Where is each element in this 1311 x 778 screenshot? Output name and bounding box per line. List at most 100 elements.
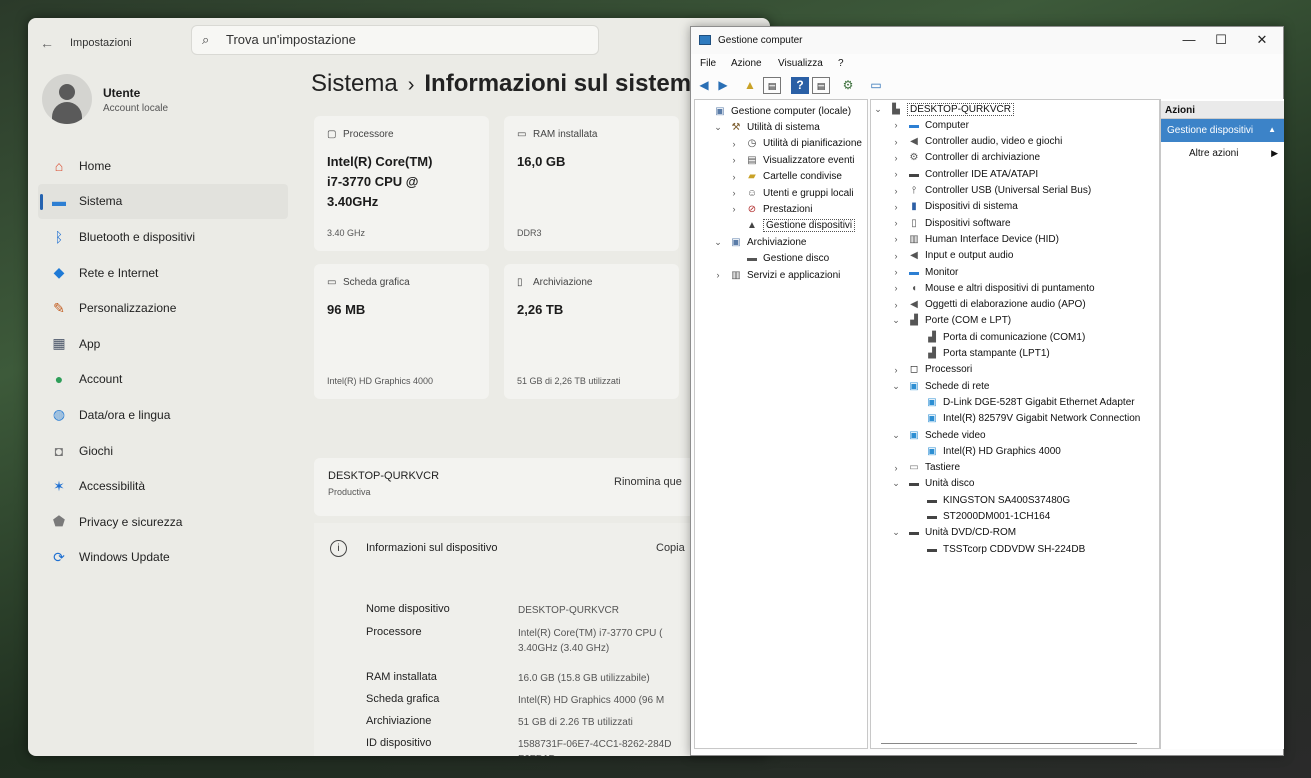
tree-node-visualizzatore-eventi[interactable]: › ▤ Visualizzatore eventi xyxy=(729,152,855,168)
chevron-right-icon[interactable]: › xyxy=(891,365,901,375)
tree-node-prestazioni[interactable]: › ⊘ Prestazioni xyxy=(729,201,813,217)
device-node-human-interface-device-hid[interactable]: › ▥ Human Interface Device (HID) xyxy=(891,231,1059,247)
device-node-controller-ide-ata-atapi[interactable]: › ▬ Controller IDE ATA/ATAPI xyxy=(891,166,1039,182)
chevron-right-icon[interactable]: › xyxy=(891,137,901,147)
chevron-down-icon[interactable]: ⌄ xyxy=(891,527,901,538)
minimize-button[interactable]: — xyxy=(1176,31,1202,49)
chevron-right-icon[interactable]: › xyxy=(891,234,901,244)
tree-node-servizi-e-applicazioni[interactable]: › ▥ Servizi e applicazioni xyxy=(713,267,841,283)
device-node-intel-r-82579v-gigabit-network-connection[interactable]: ▣ Intel(R) 82579V Gigabit Network Connect… xyxy=(909,411,1140,427)
device-node-porte-com-e-lpt[interactable]: ⌄ ▟ Porte (COM e LPT) xyxy=(891,313,1011,329)
menu-help[interactable]: ? xyxy=(838,58,844,69)
close-button[interactable]: ✕ xyxy=(1249,31,1275,49)
device-node-input-e-output-audio[interactable]: › ◀ Input e output audio xyxy=(891,248,1014,264)
chevron-down-icon[interactable]: ⌄ xyxy=(873,104,883,115)
device-node-unit-dvd-cd-rom[interactable]: ⌄ ▬ Unità DVD/CD-ROM xyxy=(891,525,1016,541)
device-node-oggetti-di-elaborazione-audio-apo[interactable]: › ◀ Oggetti di elaborazione audio (APO) xyxy=(891,297,1086,313)
tree-node-utilit-di-pianificazione[interactable]: › ◷ Utilità di pianificazione xyxy=(729,136,862,152)
forward-icon[interactable]: ▶ xyxy=(714,77,732,94)
device-node-d-link-dge-528t-gigabit-ethernet-adapter[interactable]: ▣ D-Link DGE-528T Gigabit Ethernet Adapte… xyxy=(909,394,1134,410)
chevron-down-icon[interactable]: ⌄ xyxy=(891,381,901,392)
tree-node-gestione-disco[interactable]: ▬ Gestione disco xyxy=(729,251,829,267)
sidebar-item-bluetooth-e-dispositivi[interactable]: ᛒ Bluetooth e dispositivi xyxy=(38,219,288,255)
tree-node-archiviazione[interactable]: ⌄ ▣ Archiviazione xyxy=(713,234,806,250)
collapse-up-icon[interactable]: ▲ xyxy=(1268,125,1276,134)
device-node-controller-audio-video-e-giochi[interactable]: › ◀ Controller audio, video e giochi xyxy=(891,134,1063,150)
tree-node-utenti-e-gruppi-locali[interactable]: › ☺ Utenti e gruppi locali xyxy=(729,185,854,201)
menu-azione[interactable]: Azione xyxy=(731,58,762,69)
chevron-right-icon[interactable]: › xyxy=(729,204,739,214)
tree-node-gestione-dispositivi[interactable]: ▲ Gestione dispositivi xyxy=(729,218,856,234)
show-hide-tree-icon[interactable]: ▤ xyxy=(763,77,781,94)
sidebar-item-windows-update[interactable]: ⟳ Windows Update xyxy=(38,540,288,576)
device-node-controller-usb-universal-serial-bus[interactable]: › ⫯ Controller USB (Universal Serial Bus) xyxy=(891,183,1092,199)
device-node-intel-r-hd-graphics-4000[interactable]: ▣ Intel(R) HD Graphics 4000 xyxy=(909,443,1061,459)
breadcrumb-parent[interactable]: Sistema xyxy=(311,70,398,97)
sidebar-item-rete-e-internet[interactable]: ◆ Rete e Internet xyxy=(38,255,288,291)
device-node-dispositivi-di-sistema[interactable]: › ▮ Dispositivi di sistema xyxy=(891,199,1018,215)
settings-search-box[interactable]: ⌕ xyxy=(191,25,599,55)
sidebar-item-app[interactable]: ▦ App xyxy=(38,326,288,362)
sidebar-item-data-ora-e-lingua[interactable]: ◍ Data/ora e lingua xyxy=(38,397,288,433)
chevron-right-icon[interactable]: › xyxy=(729,172,739,182)
device-node-computer[interactable]: › ▬ Computer xyxy=(891,117,969,133)
device-node-st2000dm001-1ch164[interactable]: ▬ ST2000DM001-1CH164 xyxy=(909,509,1050,525)
sidebar-item-giochi[interactable]: ◘ Giochi xyxy=(38,433,288,469)
menu-file[interactable]: File xyxy=(700,58,716,69)
chevron-right-icon[interactable]: › xyxy=(891,463,901,473)
device-node-schede-video[interactable]: ⌄ ▣ Schede video xyxy=(891,427,985,443)
sidebar-item-accessibilit-[interactable]: ✶ Accessibilità xyxy=(38,468,288,504)
chevron-right-icon[interactable]: › xyxy=(891,169,901,179)
chevron-right-icon[interactable]: › xyxy=(891,283,901,293)
copy-button[interactable]: Copia xyxy=(656,542,685,554)
device-node-processori[interactable]: › ◻ Processori xyxy=(891,362,973,378)
chevron-right-icon[interactable]: › xyxy=(729,188,739,198)
back-icon[interactable]: ◀ xyxy=(695,77,713,94)
chevron-right-icon[interactable]: › xyxy=(891,186,901,196)
device-node-kingston-sa400s37480g[interactable]: ▬ KINGSTON SA400S37480G xyxy=(909,492,1070,508)
search-input[interactable] xyxy=(226,32,586,47)
device-node-desktop-qurkvcr[interactable]: ⌄ ▙ DESKTOP-QURKVCR xyxy=(873,101,1014,117)
chevron-right-icon[interactable]: › xyxy=(891,267,901,277)
chevron-right-icon[interactable]: ▶ xyxy=(1271,148,1278,159)
chevron-down-icon[interactable]: ⌄ xyxy=(891,430,901,441)
sidebar-item-privacy-e-sicurezza[interactable]: ⬟ Privacy e sicurezza xyxy=(38,504,288,540)
chevron-down-icon[interactable]: ⌄ xyxy=(713,122,723,133)
maximize-button[interactable]: ☐ xyxy=(1208,31,1234,49)
up-folder-icon[interactable]: ▲ xyxy=(741,77,759,94)
chevron-down-icon[interactable]: ⌄ xyxy=(713,237,723,248)
sidebar-item-personalizzazione[interactable]: ✎ Personalizzazione xyxy=(38,290,288,326)
tree-node-cartelle-condivise[interactable]: › ▰ Cartelle condivise xyxy=(729,169,842,185)
sidebar-item-home[interactable]: ⌂ Home xyxy=(38,148,288,184)
chevron-down-icon[interactable]: ⌄ xyxy=(891,315,901,326)
tree-node-gestione-computer-locale[interactable]: ▣ Gestione computer (locale) xyxy=(697,103,851,119)
help-icon[interactable]: ? xyxy=(791,77,809,94)
chevron-right-icon[interactable]: › xyxy=(891,120,901,130)
chevron-down-icon[interactable]: ⌄ xyxy=(891,478,901,489)
device-node-tastiere[interactable]: › ▭ Tastiere xyxy=(891,460,961,476)
rename-button[interactable]: Rinomina que xyxy=(614,476,682,488)
device-node-unit-disco[interactable]: ⌄ ▬ Unità disco xyxy=(891,476,974,492)
device-node-porta-di-comunicazione-com1[interactable]: ▟ Porta di comunicazione (COM1) xyxy=(909,329,1085,345)
device-info-title[interactable]: Informazioni sul dispositivo xyxy=(366,542,497,554)
user-profile[interactable]: Utente Account locale xyxy=(42,74,282,130)
chevron-right-icon[interactable]: › xyxy=(891,251,901,261)
chevron-right-icon[interactable]: › xyxy=(891,202,901,212)
tree-node-utilit-di-sistema[interactable]: ⌄ ⚒ Utilità di sistema xyxy=(713,119,820,135)
device-node-controller-di-archiviazione[interactable]: › ⚙ Controller di archiviazione xyxy=(891,150,1041,166)
actions-selected-item[interactable]: Gestione dispositivi ▲ xyxy=(1161,119,1284,142)
device-node-monitor[interactable]: › ▬ Monitor xyxy=(891,264,959,280)
device-node-schede-di-rete[interactable]: ⌄ ▣ Schede di rete xyxy=(891,378,989,394)
device-node-tsstcorp-cddvdw-sh-224db[interactable]: ▬ TSSTcorp CDDVDW SH-224DB xyxy=(909,541,1085,557)
monitor-icon[interactable]: ▭ xyxy=(867,77,885,94)
sidebar-item-sistema[interactable]: ▬ Sistema xyxy=(38,183,288,220)
more-actions-link[interactable]: Altre azioni xyxy=(1189,148,1238,159)
chevron-right-icon[interactable]: › xyxy=(713,270,723,280)
chevron-right-icon[interactable]: › xyxy=(729,155,739,165)
chevron-right-icon[interactable]: › xyxy=(891,153,901,163)
device-node-mouse-e-altri-dispositivi-di-puntamento[interactable]: › ◖ Mouse e altri dispositivi di puntament… xyxy=(891,280,1095,296)
back-arrow-icon[interactable]: ← xyxy=(40,35,54,51)
horizontal-scrollbar[interactable] xyxy=(881,743,1137,744)
chevron-right-icon[interactable]: › xyxy=(891,218,901,228)
chevron-right-icon[interactable]: › xyxy=(891,300,901,310)
